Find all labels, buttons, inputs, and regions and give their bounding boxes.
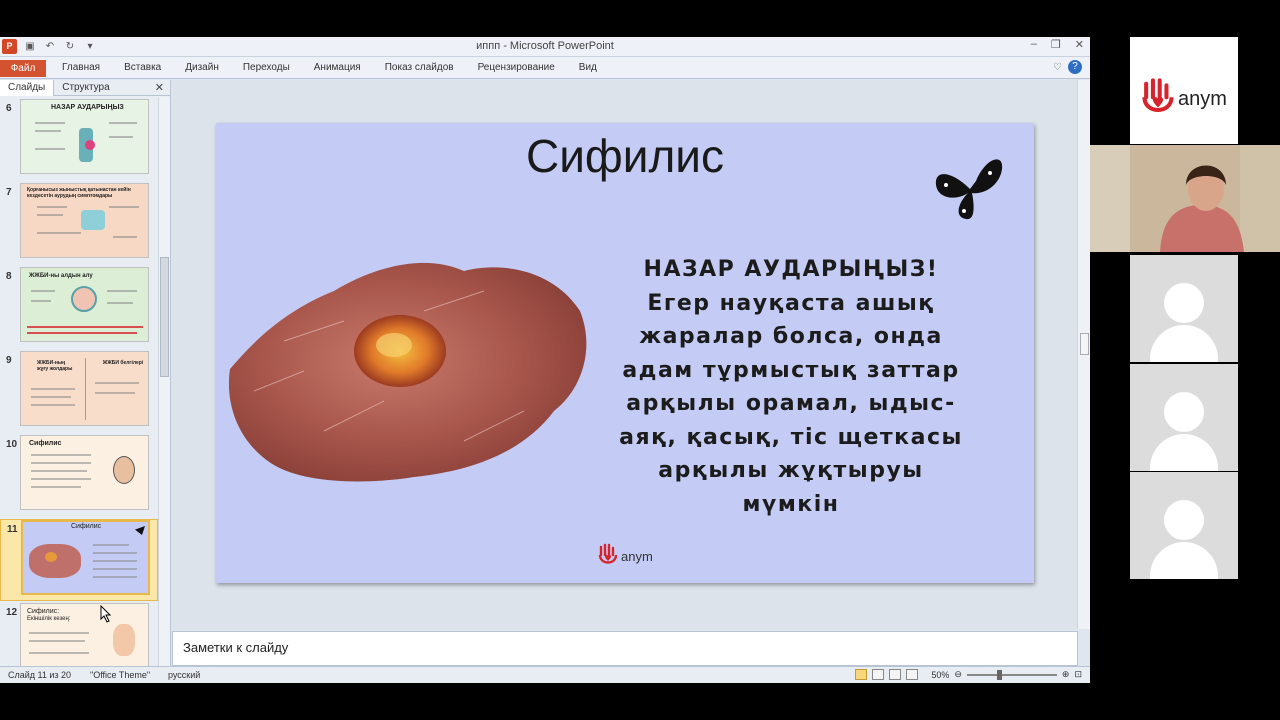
hand-heart-icon: [1142, 78, 1174, 113]
slide-thumbnail-10[interactable]: 10 Сифилис: [0, 435, 158, 517]
avatar-body-icon: [1150, 434, 1218, 471]
participant-tile[interactable]: [1130, 472, 1238, 579]
slideshow-icon[interactable]: [906, 669, 919, 680]
sore-photo: [228, 262, 587, 482]
zoom-level[interactable]: 50%: [931, 670, 949, 680]
avatar-body-icon: [1150, 542, 1218, 579]
thumbnail-image: ЖЖБИ-ны алдын алу: [20, 267, 149, 342]
slide-number: 9: [6, 355, 12, 366]
tab-transitions[interactable]: Переходы: [243, 62, 290, 73]
ribbon-tabs: Файл Главная Вставка Дизайн Переходы Ани…: [0, 57, 1090, 79]
zoom-controls: 50% ⊖ ⊕ ⊡: [855, 669, 1082, 680]
slide-number: 6: [6, 103, 12, 114]
body-line: аяқ, қасық, тіс щеткасы: [619, 424, 963, 450]
logo-text: anym: [1178, 87, 1227, 110]
title-bar: P ▣ ↶ ↻ ▾ иппп - Microsoft PowerPoint – …: [0, 37, 1090, 57]
scrollbar-thumb[interactable]: [1080, 333, 1089, 355]
slide-thumbnail-11[interactable]: 11 Сифилис: [0, 519, 158, 601]
slide-number: 12: [6, 607, 18, 618]
participant-tile[interactable]: [1130, 364, 1238, 471]
participant-tile[interactable]: [1130, 255, 1238, 362]
thumbnail-image: Сифилис: [21, 520, 150, 595]
slide-thumbnail-8[interactable]: 8 ЖЖБИ-ны алдын алу: [0, 267, 158, 349]
thumbnail-image: Сифилис: [20, 435, 149, 510]
tab-home[interactable]: Главная: [62, 62, 100, 73]
slide-body-text[interactable]: НАЗАР АУДАРЫҢЫЗ! Егер науқаста ашық жара…: [611, 253, 971, 521]
theme-name[interactable]: "Office Theme": [90, 670, 150, 680]
participant-video[interactable]: [1090, 145, 1280, 252]
thumbnail-scrollbar[interactable]: [158, 97, 170, 666]
help-icon[interactable]: ?: [1068, 60, 1082, 74]
file-tab[interactable]: Файл: [0, 60, 46, 77]
window-title: иппп - Microsoft PowerPoint: [476, 40, 614, 52]
avatar-head-icon: [1164, 500, 1204, 540]
mouse-cursor-icon: [100, 605, 112, 623]
body-line: арқылы орамал, ыдыс-: [626, 391, 956, 416]
hand-heart-icon: [598, 543, 618, 564]
body-line: арқылы жұқтыруы мүмкін: [658, 458, 924, 517]
slide-thumbnail-9[interactable]: 9 ЖЖБИ-ның жұғу жолдары ЖЖБИ белгілері: [0, 351, 158, 433]
zoom-out-icon[interactable]: ⊖: [954, 669, 962, 680]
slide-sorter-icon[interactable]: [872, 669, 885, 680]
body-line: адам тұрмыстық заттар: [622, 357, 960, 383]
expand-ribbon-icon[interactable]: ♡: [1053, 62, 1062, 73]
logo-text: anym: [621, 548, 653, 564]
tab-view[interactable]: Вид: [579, 62, 597, 73]
tab-review[interactable]: Рецензирование: [478, 62, 555, 73]
slide-thumbnail-7[interactable]: 7 Қорғанысыз жыныстық қатынастан кейін к…: [0, 183, 158, 265]
window-controls: – ❐ ✕: [1031, 38, 1084, 51]
tab-outline[interactable]: Структура: [54, 80, 117, 96]
zoom-slider-knob[interactable]: [996, 669, 1002, 680]
thumbnail-image: ЖЖБИ-ның жұғу жолдары ЖЖБИ белгілері: [20, 351, 149, 426]
status-bar: Слайд 11 из 20 "Office Theme" русский 50…: [0, 666, 1090, 683]
notes-placeholder: Заметки к слайду: [183, 640, 289, 655]
normal-view-icon[interactable]: [855, 669, 868, 680]
slide-logo: anym: [598, 543, 653, 569]
body-line: Егер науқаста ашық: [647, 290, 935, 316]
butterfly-icon: [935, 159, 1003, 220]
fit-slide-icon[interactable]: ⊡: [1074, 669, 1082, 680]
warning-heading: НАЗАР АУДАРЫҢЫЗ!: [643, 257, 939, 282]
zoom-slider[interactable]: [966, 669, 1057, 680]
notes-pane[interactable]: Заметки к слайду: [172, 631, 1078, 666]
avatar-head-icon: [1164, 283, 1204, 323]
thumbnail-list: 6 НАЗАР АУДАРЫҢЫЗ 7 Қорғанысыз жыныстық …: [0, 97, 158, 666]
avatar-head-icon: [1164, 392, 1204, 432]
slide-title[interactable]: Сифилис: [216, 129, 1034, 183]
slide-thumbnail-12[interactable]: 12 Сифилис: Екіншілік кезең:: [0, 603, 158, 666]
slide-thumbnail-6[interactable]: 6 НАЗАР АУДАРЫҢЫЗ: [0, 99, 158, 181]
tab-slideshow[interactable]: Показ слайдов: [385, 62, 454, 73]
slide-number: 10: [6, 439, 18, 450]
zoom-in-icon[interactable]: ⊕: [1062, 669, 1070, 680]
scrollbar-thumb[interactable]: [160, 257, 169, 377]
restore-button[interactable]: ❐: [1051, 38, 1061, 51]
close-button[interactable]: ✕: [1075, 38, 1084, 51]
slide-scrollbar[interactable]: [1077, 80, 1090, 629]
slide-number: 7: [6, 187, 12, 198]
slide-indicator: Слайд 11 из 20: [8, 670, 72, 680]
close-icon[interactable]: ✕: [155, 81, 164, 94]
thumbnail-image: Қорғанысыз жыныстық қатынастан кейін кез…: [20, 183, 149, 258]
tab-design[interactable]: Дизайн: [185, 62, 219, 73]
tab-insert[interactable]: Вставка: [124, 62, 161, 73]
thumbnail-image: НАЗАР АУДАРЫҢЫЗ: [20, 99, 149, 174]
participant-tile-logo[interactable]: anym: [1130, 37, 1238, 144]
body-line: жаралар болса, онда: [639, 324, 943, 349]
slide-number: 8: [6, 271, 12, 282]
slide-number: 11: [7, 524, 18, 535]
minimize-button[interactable]: –: [1031, 38, 1037, 51]
avatar-body-icon: [1150, 325, 1218, 362]
reading-view-icon[interactable]: [889, 669, 902, 680]
language-indicator[interactable]: русский: [168, 670, 200, 680]
thumbnail-image: Сифилис: Екіншілік кезең:: [20, 603, 149, 666]
current-slide[interactable]: Сифилис НАЗАР АУДАРЫҢЫЗ! Егер науқаста а…: [216, 123, 1034, 583]
webcam-feed: [1090, 145, 1280, 252]
tab-animations[interactable]: Анимация: [314, 62, 361, 73]
slides-panel: Слайды Структура ✕ 6 НАЗАР АУДАРЫҢЫЗ 7 Қ…: [0, 79, 171, 666]
tab-slides[interactable]: Слайды: [0, 79, 55, 96]
